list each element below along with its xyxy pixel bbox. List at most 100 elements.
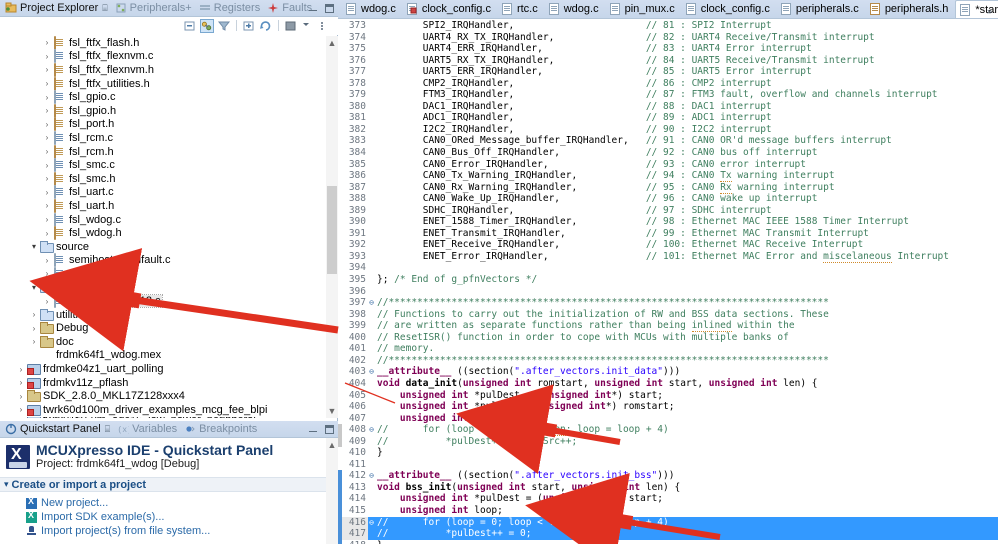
chevron-right-icon[interactable]: › — [41, 106, 53, 115]
fold-toggle-icon[interactable]: ⊖ — [368, 424, 375, 436]
fold-toggle-icon[interactable] — [368, 505, 375, 517]
code-line[interactable]: 395}; /* End of g_pfnVectors */ — [338, 274, 998, 286]
chevron-right-icon[interactable]: › — [41, 215, 53, 224]
chevron-right-icon[interactable]: › — [15, 392, 27, 401]
code-line[interactable]: 373 SPI2_IRQHandler, // 81 : SPI2 Interr… — [338, 20, 998, 32]
tab-quickstart-panel[interactable]: Quickstart Panel ⌸ — [3, 421, 115, 438]
chevron-right-icon[interactable]: › — [28, 310, 40, 319]
fold-toggle-icon[interactable] — [368, 286, 375, 298]
code-text[interactable]: ADC1_IRQHandler, // 89 : ADC1 interrupt — [375, 112, 998, 124]
chevron-right-icon[interactable]: › — [41, 188, 53, 197]
code-line[interactable]: 418} — [338, 539, 998, 544]
code-line[interactable]: 412 ⊖ __attribute__ ((section(".after_vect… — [338, 470, 998, 482]
chevron-right-icon[interactable]: › — [41, 79, 53, 88]
code-text[interactable]: } — [375, 447, 998, 459]
editor-tab[interactable]: peripherals.c — [777, 0, 866, 18]
link-import-sdk-example[interactable]: Import SDK example(s)... — [26, 510, 338, 524]
code-text[interactable]: unsigned int *pulDest = (unsigned int*) … — [375, 390, 998, 402]
code-line[interactable]: 384 CAN0_Bus_Off_IRQHandler, // 92 : CAN… — [338, 147, 998, 159]
code-line[interactable]: 409 // *pulDest++ = *pulSrc++; — [338, 435, 998, 448]
tree-item[interactable]: › SDK_2.8.0_MKL17Z128xxx4 — [0, 389, 338, 403]
tree-item[interactable]: › twrk60d100m_driver_examples_mcg_fee_blp… — [0, 403, 338, 417]
fold-toggle-icon[interactable] — [368, 159, 375, 171]
code-text[interactable]: CMP2_IRQHandler, // 86 : CMP2 interrupt — [375, 78, 998, 90]
fold-toggle-icon[interactable]: ⊖ — [368, 470, 375, 482]
code-text[interactable]: unsigned int loop; — [375, 505, 998, 517]
chevron-right-icon[interactable]: › — [41, 229, 53, 238]
chevron-right-icon[interactable]: › — [41, 174, 53, 183]
source-code-viewport[interactable]: 373 SPI2_IRQHandler, // 81 : SPI2 Interr… — [338, 20, 998, 544]
quickstart-scrollbar[interactable]: ▲ — [326, 438, 338, 544]
fold-toggle-icon[interactable] — [368, 459, 375, 471]
code-text[interactable]: unsigned int *pulSrc = (unsigned int*) r… — [375, 401, 998, 413]
code-line[interactable]: 411 — [338, 458, 998, 471]
fold-toggle-icon[interactable] — [368, 332, 375, 344]
code-line[interactable]: 397 ⊖//**********************************… — [338, 297, 998, 309]
editor-tab[interactable]: wdog.c — [342, 0, 403, 18]
fold-toggle-icon[interactable] — [368, 401, 375, 413]
fold-toggle-icon[interactable] — [368, 447, 375, 459]
filter-icon[interactable] — [217, 19, 231, 33]
tab-project-explorer[interactable]: Project Explorer ⌸ — [3, 0, 113, 17]
code-line[interactable]: 375 UART4_ERR_IRQHandler, // 83 : UART4 … — [338, 43, 998, 55]
tree-item[interactable]: › Debug — [0, 321, 338, 335]
fold-toggle-icon[interactable] — [368, 43, 375, 55]
fold-toggle-icon[interactable] — [368, 135, 375, 147]
chevron-right-icon[interactable]: › — [41, 93, 53, 102]
code-text[interactable]: CAN0_ORed_Message_buffer_IRQHandler, // … — [375, 135, 998, 147]
chevron-right-icon[interactable]: › — [28, 337, 40, 346]
tree-item[interactable]: › fsl_uart.h — [0, 198, 338, 213]
code-text[interactable]: CAN0_Tx_Warning_IRQHandler, // 94 : CAN0… — [375, 170, 998, 183]
tree-item[interactable]: › wdog.c — [0, 266, 338, 281]
maximize-icon[interactable] — [325, 425, 334, 434]
fold-toggle-icon[interactable] — [368, 89, 375, 101]
code-text[interactable]: ENET_1588_Timer_IRQHandler, // 98 : Ethe… — [375, 216, 998, 228]
chevron-right-icon[interactable]: › — [41, 133, 53, 142]
code-line[interactable]: 398 // Functions to carry out the initial… — [338, 308, 998, 321]
chevron-right-icon[interactable]: › — [15, 365, 27, 374]
code-text[interactable]: }; /* End of g_pfnVectors */ — [375, 274, 998, 286]
tree-item[interactable]: › fsl_wdog.c — [0, 212, 338, 227]
tree-item[interactable]: › fsl_wdog.h — [0, 226, 338, 241]
code-text[interactable]: unsigned int loop; — [375, 413, 998, 425]
chevron-right-icon[interactable]: › — [41, 297, 53, 306]
code-line[interactable]: 390 ENET_1588_Timer_IRQHandler, // 98 : … — [338, 216, 998, 228]
tree-item[interactable]: › fsl_ftfx_flash.h — [0, 36, 338, 50]
chevron-right-icon[interactable]: › — [41, 120, 53, 129]
fold-toggle-icon[interactable] — [368, 216, 375, 228]
fold-toggle-icon[interactable] — [368, 182, 375, 194]
code-text[interactable]: // ResetISR() function in order to cope … — [375, 332, 998, 344]
chevron-right-icon[interactable]: › — [41, 38, 53, 47]
code-line[interactable]: 416 ⊖// for (loop = 0; loop < len; loop =… — [338, 516, 998, 529]
fold-toggle-icon[interactable]: ⊖ — [368, 516, 375, 529]
code-text[interactable]: CAN0_Wake_Up_IRQHandler, // 96 : CAN0 wa… — [375, 193, 998, 205]
code-line[interactable]: 380 DAC1_IRQHandler, // 88 : DAC1 interr… — [338, 100, 998, 113]
fold-toggle-icon[interactable] — [368, 528, 375, 540]
chevron-right-icon[interactable]: › — [41, 269, 53, 278]
code-line[interactable]: 391 ENET_Transmit_IRQHandler, // 99 : Et… — [338, 227, 998, 240]
chevron-right-icon[interactable]: › — [15, 405, 27, 414]
project-tree-scrollbar[interactable]: ▲ ▼ — [326, 36, 338, 418]
fold-toggle-icon[interactable] — [368, 378, 375, 390]
fold-toggle-icon[interactable] — [368, 101, 375, 113]
editor-tab[interactable]: pin_mux.c — [606, 0, 682, 18]
scroll-up-icon[interactable]: ▲ — [326, 438, 338, 452]
code-line[interactable]: 400 // ResetISR() function in order to co… — [338, 331, 998, 344]
fold-toggle-icon[interactable] — [368, 32, 375, 44]
tree-item[interactable]: ▾ startup — [0, 281, 338, 295]
code-line[interactable]: 393 ENET_Error_IRQHandler, // 101: Ether… — [338, 250, 998, 263]
view-menu-icon[interactable] — [284, 19, 298, 33]
code-text[interactable]: //**************************************… — [375, 297, 998, 309]
maximize-icon[interactable] — [325, 4, 334, 13]
code-text[interactable]: UART4_ERR_IRQHandler, // 83 : UART4 Erro… — [375, 43, 998, 55]
fold-toggle-icon[interactable] — [368, 55, 375, 67]
tree-item[interactable]: › fsl_smc.h — [0, 171, 338, 186]
tree-item[interactable]: › twrk91f150m_adc16_low_power_peripheral — [0, 417, 338, 418]
code-line[interactable]: 410} — [338, 447, 998, 459]
fold-toggle-icon[interactable] — [368, 205, 375, 217]
code-text[interactable]: CAN0_Error_IRQHandler, // 93 : CAN0 erro… — [375, 159, 998, 171]
code-line[interactable]: 403 ⊖ __attribute__ ((section(".after_vect… — [338, 366, 998, 378]
editor-tab[interactable]: clock_config.c — [682, 0, 777, 18]
fold-toggle-icon[interactable]: ⊖ — [368, 366, 375, 378]
tree-item[interactable]: › frdmke04z1_uart_polling — [0, 362, 338, 376]
